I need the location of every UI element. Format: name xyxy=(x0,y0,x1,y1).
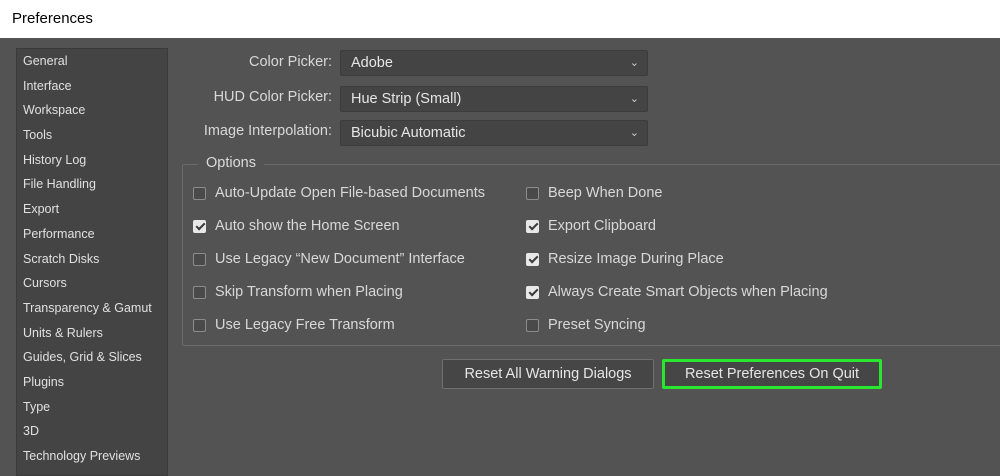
checkbox[interactable] xyxy=(193,252,206,266)
checkbox[interactable] xyxy=(193,318,206,332)
window-title: Preferences xyxy=(12,10,93,27)
option-auto-show-home-screen[interactable]: Auto show the Home Screen xyxy=(193,218,400,234)
sidebar-item-interface[interactable]: Interface xyxy=(17,74,167,99)
option-resize-image-during-place[interactable]: Resize Image During Place xyxy=(526,251,724,267)
reset-warning-dialogs-button[interactable]: Reset All Warning Dialogs xyxy=(442,359,654,389)
sidebar-item-3d[interactable]: 3D xyxy=(17,419,167,444)
option-label: Skip Transform when Placing xyxy=(215,284,403,300)
checkbox[interactable] xyxy=(526,285,539,299)
option-always-smart-objects[interactable]: Always Create Smart Objects when Placing xyxy=(526,284,828,300)
checkbox[interactable] xyxy=(193,219,206,233)
sidebar-item-export[interactable]: Export xyxy=(17,197,167,222)
option-label: Auto-Update Open File-based Documents xyxy=(215,185,486,201)
hud-color-picker-select[interactable]: Hue Strip (Small) ⌄ xyxy=(340,86,648,112)
color-picker-label: Color Picker: xyxy=(249,54,332,70)
option-label: Use Legacy Free Transform xyxy=(215,317,395,333)
sidebar-item-transparency-gamut[interactable]: Transparency & Gamut xyxy=(17,296,167,321)
sidebar-item-units-rulers[interactable]: Units & Rulers xyxy=(17,321,167,346)
hud-color-picker-value: Hue Strip (Small) xyxy=(351,91,462,107)
option-label: Use Legacy “New Document” Interface xyxy=(215,251,465,267)
color-picker-value: Adobe xyxy=(351,55,393,71)
option-skip-transform[interactable]: Skip Transform when Placing xyxy=(193,284,403,300)
checkbox[interactable] xyxy=(193,186,206,200)
option-preset-syncing[interactable]: Preset Syncing xyxy=(526,317,646,333)
option-auto-update-documents[interactable]: Auto-Update Open File-based Documents xyxy=(193,185,485,201)
sidebar-item-technology-previews[interactable]: Technology Previews xyxy=(17,444,167,469)
option-export-clipboard[interactable]: Export Clipboard xyxy=(526,218,656,234)
option-beep-when-done[interactable]: Beep When Done xyxy=(526,185,662,201)
option-label: Resize Image During Place xyxy=(548,251,724,267)
options-legend: Options xyxy=(198,155,264,171)
image-interpolation-value: Bicubic Automatic xyxy=(351,125,466,141)
sidebar-item-type[interactable]: Type xyxy=(17,395,167,420)
checkbox[interactable] xyxy=(526,219,539,233)
sidebar-item-scratch-disks[interactable]: Scratch Disks xyxy=(17,247,167,272)
option-label: Beep When Done xyxy=(548,185,663,201)
reset-preferences-on-quit-button[interactable]: Reset Preferences On Quit xyxy=(662,359,882,389)
sidebar-item-general[interactable]: General xyxy=(17,49,167,74)
sidebar-item-history-log[interactable]: History Log xyxy=(17,148,167,173)
chevron-down-icon: ⌄ xyxy=(629,127,639,139)
sidebar-item-workspace[interactable]: Workspace xyxy=(17,98,167,123)
option-legacy-free-transform[interactable]: Use Legacy Free Transform xyxy=(193,317,395,333)
sidebar-item-guides-grid-slices[interactable]: Guides, Grid & Slices xyxy=(17,345,167,370)
hud-color-picker-label: HUD Color Picker: xyxy=(213,89,332,105)
sidebar-item-file-handling[interactable]: File Handling xyxy=(17,172,167,197)
option-legacy-new-document[interactable]: Use Legacy “New Document” Interface xyxy=(193,251,465,267)
image-interpolation-select[interactable]: Bicubic Automatic ⌄ xyxy=(340,120,648,146)
color-picker-select[interactable]: Adobe ⌄ xyxy=(340,50,648,76)
option-label: Auto show the Home Screen xyxy=(215,218,400,234)
option-label: Export Clipboard xyxy=(548,218,656,234)
option-label: Preset Syncing xyxy=(548,317,646,333)
sidebar-item-tools[interactable]: Tools xyxy=(17,123,167,148)
sidebar-item-performance[interactable]: Performance xyxy=(17,222,167,247)
sidebar: General Interface Workspace Tools Histor… xyxy=(16,48,168,476)
checkbox[interactable] xyxy=(193,285,206,299)
checkbox[interactable] xyxy=(526,186,539,200)
sidebar-item-cursors[interactable]: Cursors xyxy=(17,271,167,296)
image-interpolation-label: Image Interpolation: xyxy=(203,123,332,139)
checkbox[interactable] xyxy=(526,252,539,266)
chevron-down-icon: ⌄ xyxy=(629,57,639,69)
checkbox[interactable] xyxy=(526,318,539,332)
option-label: Always Create Smart Objects when Placing xyxy=(548,284,828,300)
chevron-down-icon: ⌄ xyxy=(629,93,639,105)
title-bar: Preferences xyxy=(0,0,1000,38)
sidebar-item-plugins[interactable]: Plugins xyxy=(17,370,167,395)
